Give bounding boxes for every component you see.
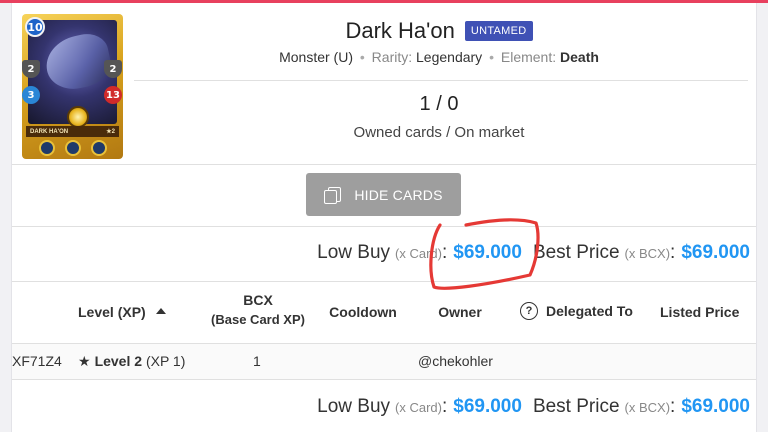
delegated-column-header[interactable]: ? Delegated To — [520, 302, 633, 321]
owned-count-label: Owned cards / On market — [353, 124, 525, 141]
rarity-label: Rarity: — [371, 49, 413, 65]
price-summary-bottom: Low Buy (x Card) : $69.000 Best Price (x… — [12, 396, 756, 418]
best-price-label: Best Price — [532, 242, 620, 263]
low-buy-unit: (x Card) — [395, 246, 442, 261]
divider — [134, 80, 748, 81]
mana-cost: 10 — [25, 17, 45, 37]
ability-icon — [39, 140, 55, 156]
card-title: Dark Ha'on — [345, 18, 455, 43]
rarity-value: Legendary — [416, 49, 483, 65]
low-buy-price[interactable]: $69.000 — [453, 242, 522, 264]
card-image[interactable]: 10 2 3 2 13 DARK HA'ON ★2 — [22, 14, 123, 159]
element-label: Element: — [500, 49, 557, 65]
card-title-row: Dark Ha'on UNTAMED — [134, 18, 744, 44]
cooldown-column-header[interactable]: Cooldown — [324, 304, 402, 320]
card-name-banner: DARK HA'ON ★2 — [26, 126, 119, 137]
meta-separator: • — [489, 49, 494, 65]
best-price-value[interactable]: $69.000 — [681, 396, 750, 418]
sort-ascending-icon — [155, 308, 166, 315]
hide-cards-label: HIDE CARDS — [354, 186, 443, 203]
divider — [12, 226, 756, 227]
level-value: Level 2 — [94, 353, 143, 369]
owned-count: 1 / 0 — [419, 93, 459, 115]
low-buy-label: Low Buy — [317, 242, 391, 263]
best-price-colon: : — [670, 242, 676, 263]
xp-value: (XP 1) — [145, 353, 186, 369]
top-accent-strip — [0, 0, 768, 3]
right-panel-edge — [756, 3, 768, 432]
meta-separator: • — [359, 49, 365, 65]
armor-stat: 2 — [104, 60, 122, 78]
low-buy-price[interactable]: $69.000 — [453, 396, 522, 418]
owner-cell[interactable]: @chekohler — [418, 353, 493, 369]
divider — [12, 281, 756, 282]
bcx-header-sub: (Base Card XP) — [211, 312, 305, 327]
ability-icon — [65, 140, 81, 156]
bcx-header-label: BCX — [243, 292, 273, 308]
left-panel-edge — [0, 3, 12, 432]
element-value: Death — [560, 49, 599, 65]
card-abilities — [34, 140, 112, 156]
low-buy-unit: (x Card) — [395, 400, 442, 415]
low-buy-label: Low Buy — [317, 396, 391, 417]
health-stat: 13 — [104, 86, 122, 104]
listed-price-column-header[interactable]: Listed Price — [660, 304, 739, 320]
best-price-colon: : — [670, 396, 676, 417]
magic-stat: 3 — [22, 86, 40, 104]
card-id-cell[interactable]: XF71Z4 — [12, 353, 64, 369]
edition-badge[interactable]: UNTAMED — [464, 21, 533, 41]
star-icon: ★ — [78, 353, 91, 369]
cards-icon — [324, 186, 342, 204]
card-element-orb — [67, 106, 89, 128]
card-banner-level: ★2 — [106, 129, 115, 135]
hide-cards-button[interactable]: HIDE CARDS — [306, 173, 461, 216]
bcx-column-header[interactable]: BCX (Base Card XP) — [205, 292, 311, 327]
level-cell: ★ Level 2 (XP 1) — [78, 353, 185, 370]
ability-icon — [91, 140, 107, 156]
card-id: XF71Z4 — [12, 353, 62, 369]
best-price-value[interactable]: $69.000 — [681, 242, 750, 264]
delegated-header-label: Delegated To — [546, 303, 633, 319]
melee-stat: 2 — [22, 60, 40, 78]
card-type: Monster (U) — [279, 49, 353, 65]
price-summary-top: Low Buy (x Card) : $69.000 Best Price (x… — [12, 242, 756, 264]
card-banner-name: DARK HA'ON — [30, 128, 69, 135]
divider — [12, 164, 756, 165]
bcx-cell: 1 — [253, 353, 261, 369]
best-price-label: Best Price — [532, 396, 620, 417]
owner-column-header[interactable]: Owner — [430, 304, 490, 320]
help-circle-icon[interactable]: ? — [520, 302, 538, 321]
best-price-unit: (x BCX) — [624, 400, 671, 415]
low-buy-colon: : — [441, 242, 448, 263]
card-meta: Monster (U) • Rarity: Legendary • Elemen… — [134, 49, 744, 65]
level-header-label: Level (XP) — [78, 304, 146, 320]
low-buy-colon: : — [441, 396, 448, 417]
level-column-header[interactable]: Level (XP) — [78, 304, 166, 320]
best-price-unit: (x BCX) — [624, 246, 671, 261]
